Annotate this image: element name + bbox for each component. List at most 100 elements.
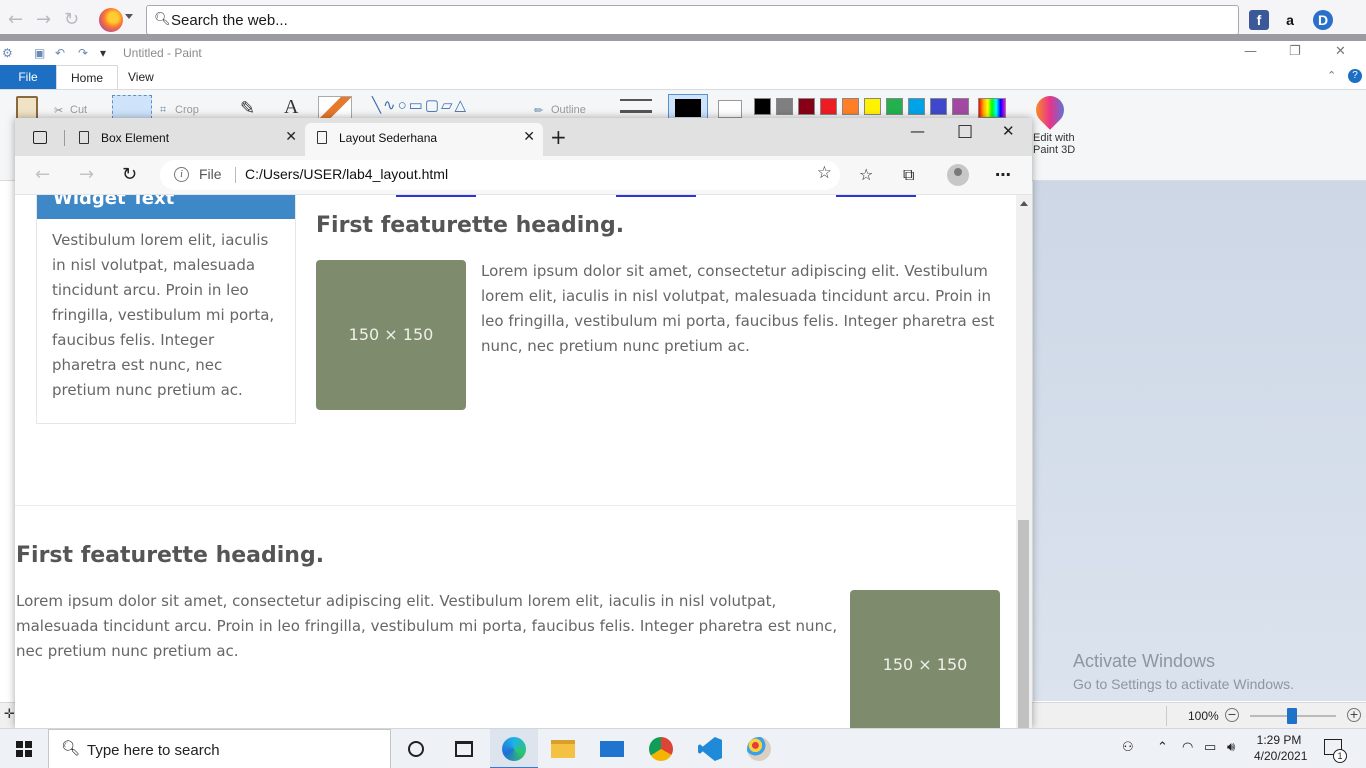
cortana-button[interactable]: [392, 729, 440, 768]
outline-label[interactable]: Outline: [551, 104, 586, 116]
battery-icon[interactable]: ▭: [1204, 740, 1216, 755]
pencil-icon[interactable]: ✎: [240, 98, 255, 119]
paint3d-icon[interactable]: [1030, 90, 1070, 130]
cut-label[interactable]: Cut: [70, 104, 87, 116]
more-icon[interactable]: ⋯: [995, 165, 1012, 184]
color-swatch[interactable]: [776, 98, 793, 115]
redo-icon[interactable]: ↷: [78, 46, 88, 60]
back-arrow-icon[interactable]: ←: [35, 164, 50, 185]
wifi-icon[interactable]: ◠: [1182, 740, 1193, 755]
color-swatch[interactable]: [908, 98, 925, 115]
nav-link-underline[interactable]: [616, 195, 696, 197]
color-swatch[interactable]: [952, 98, 969, 115]
web-search-box[interactable]: 🔍︎: [146, 5, 1239, 35]
crop-icon[interactable]: ⌗: [160, 104, 166, 117]
people-icon[interactable]: ⚇: [1122, 740, 1134, 755]
paint-close-icon[interactable]: ✕: [1335, 44, 1346, 59]
chevron-down-icon[interactable]: [125, 14, 133, 19]
back-arrow-icon[interactable]: ←: [8, 9, 23, 30]
zoom-out-icon[interactable]: −: [1225, 708, 1239, 722]
zoom-slider-thumb[interactable]: [1287, 708, 1297, 724]
tab-close-icon[interactable]: ✕: [523, 129, 535, 145]
scissors-icon[interactable]: ✂: [54, 104, 63, 117]
select-icon[interactable]: [112, 95, 152, 119]
reload-icon[interactable]: ↻: [64, 9, 79, 30]
zoom-in-icon[interactable]: +: [1347, 708, 1361, 722]
crop-label[interactable]: Crop: [175, 104, 199, 116]
edge-tabstrip: Box Element ✕ Layout Sederhana ✕ + — □ ✕: [15, 118, 1032, 156]
save-icon[interactable]: ▣: [34, 46, 45, 60]
help-icon[interactable]: ?: [1348, 69, 1362, 83]
profile-avatar[interactable]: [947, 164, 969, 186]
taskbar-mail[interactable]: [588, 729, 636, 768]
forward-arrow-icon[interactable]: →: [36, 9, 51, 30]
page-scrollbar[interactable]: [1016, 195, 1032, 728]
web-search-input[interactable]: [171, 10, 1221, 30]
color-swatch[interactable]: [754, 98, 771, 115]
edge-window: Box Element ✕ Layout Sederhana ✕ + — □ ✕…: [15, 118, 1032, 728]
collapse-ribbon-icon[interactable]: ⌃: [1327, 69, 1336, 82]
taskbar-clock[interactable]: 1:29 PM 4/20/2021: [1254, 732, 1307, 764]
maximize-icon[interactable]: □: [957, 121, 973, 141]
extension-d-icon[interactable]: D: [1313, 10, 1333, 30]
tab-actions-icon[interactable]: [33, 131, 47, 144]
amazon-icon[interactable]: a: [1280, 10, 1300, 30]
address-url[interactable]: C:/Users/USER/lab4_layout.html: [245, 166, 448, 182]
add-favorite-icon[interactable]: ☆: [817, 163, 832, 183]
taskbar-chrome[interactable]: [637, 729, 685, 768]
facebook-icon[interactable]: f: [1249, 10, 1269, 30]
color-swatch[interactable]: [798, 98, 815, 115]
favorites-icon[interactable]: ☆: [859, 165, 873, 184]
volume-icon[interactable]: 🔊︎: [1227, 740, 1235, 755]
tab-view[interactable]: View: [114, 65, 168, 89]
color2-box[interactable]: [718, 100, 742, 118]
show-hidden-icons[interactable]: ⌃: [1157, 740, 1168, 755]
tab-box-element[interactable]: Box Element ✕: [67, 123, 305, 156]
outline-icon[interactable]: ✏: [534, 104, 543, 117]
nav-link-underline[interactable]: [836, 195, 916, 197]
color-swatch[interactable]: [864, 98, 881, 115]
paint-minimize-icon[interactable]: —: [1244, 44, 1257, 59]
taskbar-search-input[interactable]: [87, 740, 377, 760]
tab-layout-sederhana[interactable]: Layout Sederhana ✕: [305, 123, 543, 156]
taskbar-search-box[interactable]: 🔍︎: [48, 729, 391, 768]
paint-titlebar: ⚙ ▣ ↶ ↷ ▾ Untitled - Paint — ❐ ✕: [0, 41, 1366, 65]
forward-arrow-icon[interactable]: →: [79, 164, 94, 185]
taskbar-vscode[interactable]: [686, 729, 734, 768]
color-swatch[interactable]: [930, 98, 947, 115]
color-swatch[interactable]: [842, 98, 859, 115]
refresh-icon[interactable]: ↻: [122, 164, 137, 185]
scroll-up-icon[interactable]: [1020, 201, 1028, 206]
image-placeholder: 150 × 150: [850, 590, 1000, 728]
new-tab-icon[interactable]: +: [550, 127, 567, 147]
collections-icon[interactable]: ⧉: [903, 165, 914, 185]
task-view-button[interactable]: [440, 729, 488, 768]
brushes-icon[interactable]: [318, 96, 352, 120]
address-bar[interactable]: i File C:/Users/USER/lab4_layout.html ☆: [160, 160, 840, 190]
size-icon[interactable]: [620, 99, 652, 113]
shapes-gallery[interactable]: ╲∿○▭▢▱△: [372, 96, 468, 114]
tab-file[interactable]: File: [0, 65, 56, 89]
tab-home[interactable]: Home: [56, 65, 119, 89]
info-icon[interactable]: i: [174, 167, 189, 182]
color-swatch[interactable]: [820, 98, 837, 115]
color-swatch[interactable]: [886, 98, 903, 115]
edge-toolbar: ← → ↻ i File C:/Users/USER/lab4_layout.h…: [15, 156, 1032, 195]
paint-maximize-icon[interactable]: ❐: [1289, 44, 1301, 59]
minimize-icon[interactable]: —: [910, 122, 925, 140]
scroll-thumb[interactable]: [1018, 520, 1029, 728]
taskbar-edge[interactable]: [490, 729, 538, 768]
firefox-logo-icon[interactable]: [99, 8, 123, 32]
edit-with-paint3d[interactable]: Edit with Paint 3D: [1033, 132, 1075, 156]
text-icon[interactable]: A: [284, 96, 298, 119]
undo-icon[interactable]: ↶: [55, 46, 65, 60]
edit-colors-icon[interactable]: [978, 98, 1006, 118]
address-separator: [235, 167, 236, 183]
tab-close-icon[interactable]: ✕: [285, 129, 297, 145]
nav-link-underline[interactable]: [396, 195, 476, 197]
windows-start-icon[interactable]: [16, 741, 32, 757]
taskbar-paint[interactable]: [735, 729, 783, 768]
close-window-icon[interactable]: ✕: [1002, 122, 1015, 140]
customize-caret-icon[interactable]: ▾: [100, 46, 106, 60]
taskbar-file-explorer[interactable]: [539, 729, 587, 768]
